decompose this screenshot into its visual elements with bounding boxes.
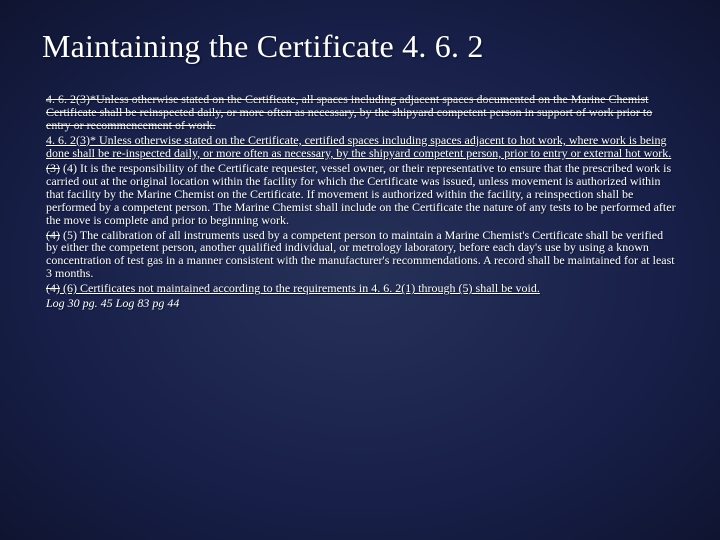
paragraph-2-text: 4. 6. 2(3)* Unless otherwise stated on t… xyxy=(46,133,671,160)
paragraph-5-strike: (4) xyxy=(46,281,60,295)
paragraph-struck-1: 4. 6. 2(3)*Unless otherwise stated on th… xyxy=(46,93,678,132)
paragraph-2: 4. 6. 2(3)* Unless otherwise stated on t… xyxy=(46,134,678,160)
paragraph-3-text: (4) It is the responsibility of the Cert… xyxy=(46,161,676,227)
paragraph-3: (3) (4) It is the responsibility of the … xyxy=(46,162,678,227)
paragraph-log: Log 30 pg. 45 Log 83 pg 44 xyxy=(46,297,678,310)
paragraph-3-strike: (3) xyxy=(46,161,60,175)
paragraph-4-text: (5) The calibration of all instruments u… xyxy=(46,228,675,281)
slide: Maintaining the Certificate 4. 6. 2 4. 6… xyxy=(0,0,720,540)
slide-body: 4. 6. 2(3)*Unless otherwise stated on th… xyxy=(42,93,678,310)
paragraph-4: (4) (5) The calibration of all instrumen… xyxy=(46,229,678,281)
slide-title: Maintaining the Certificate 4. 6. 2 xyxy=(42,28,678,65)
paragraph-5-text: (6) Certificates not maintained accordin… xyxy=(60,281,540,295)
paragraph-5: (4) (6) Certificates not maintained acco… xyxy=(46,282,678,295)
paragraph-4-strike: (4) xyxy=(46,228,60,242)
